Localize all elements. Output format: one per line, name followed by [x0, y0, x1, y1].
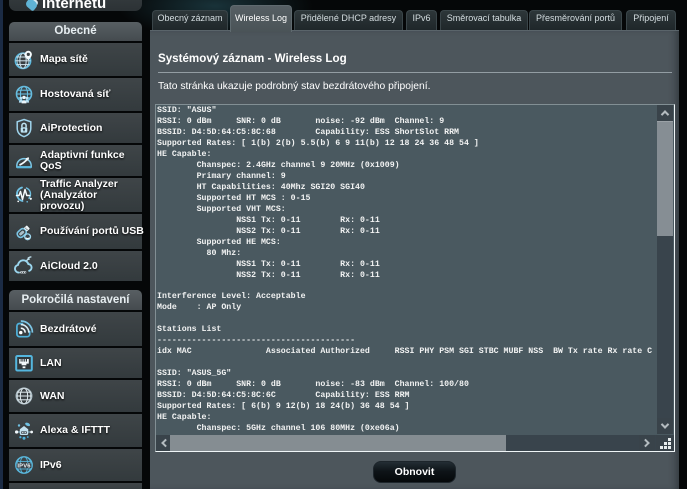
svg-text:IPV6: IPV6: [17, 464, 31, 470]
